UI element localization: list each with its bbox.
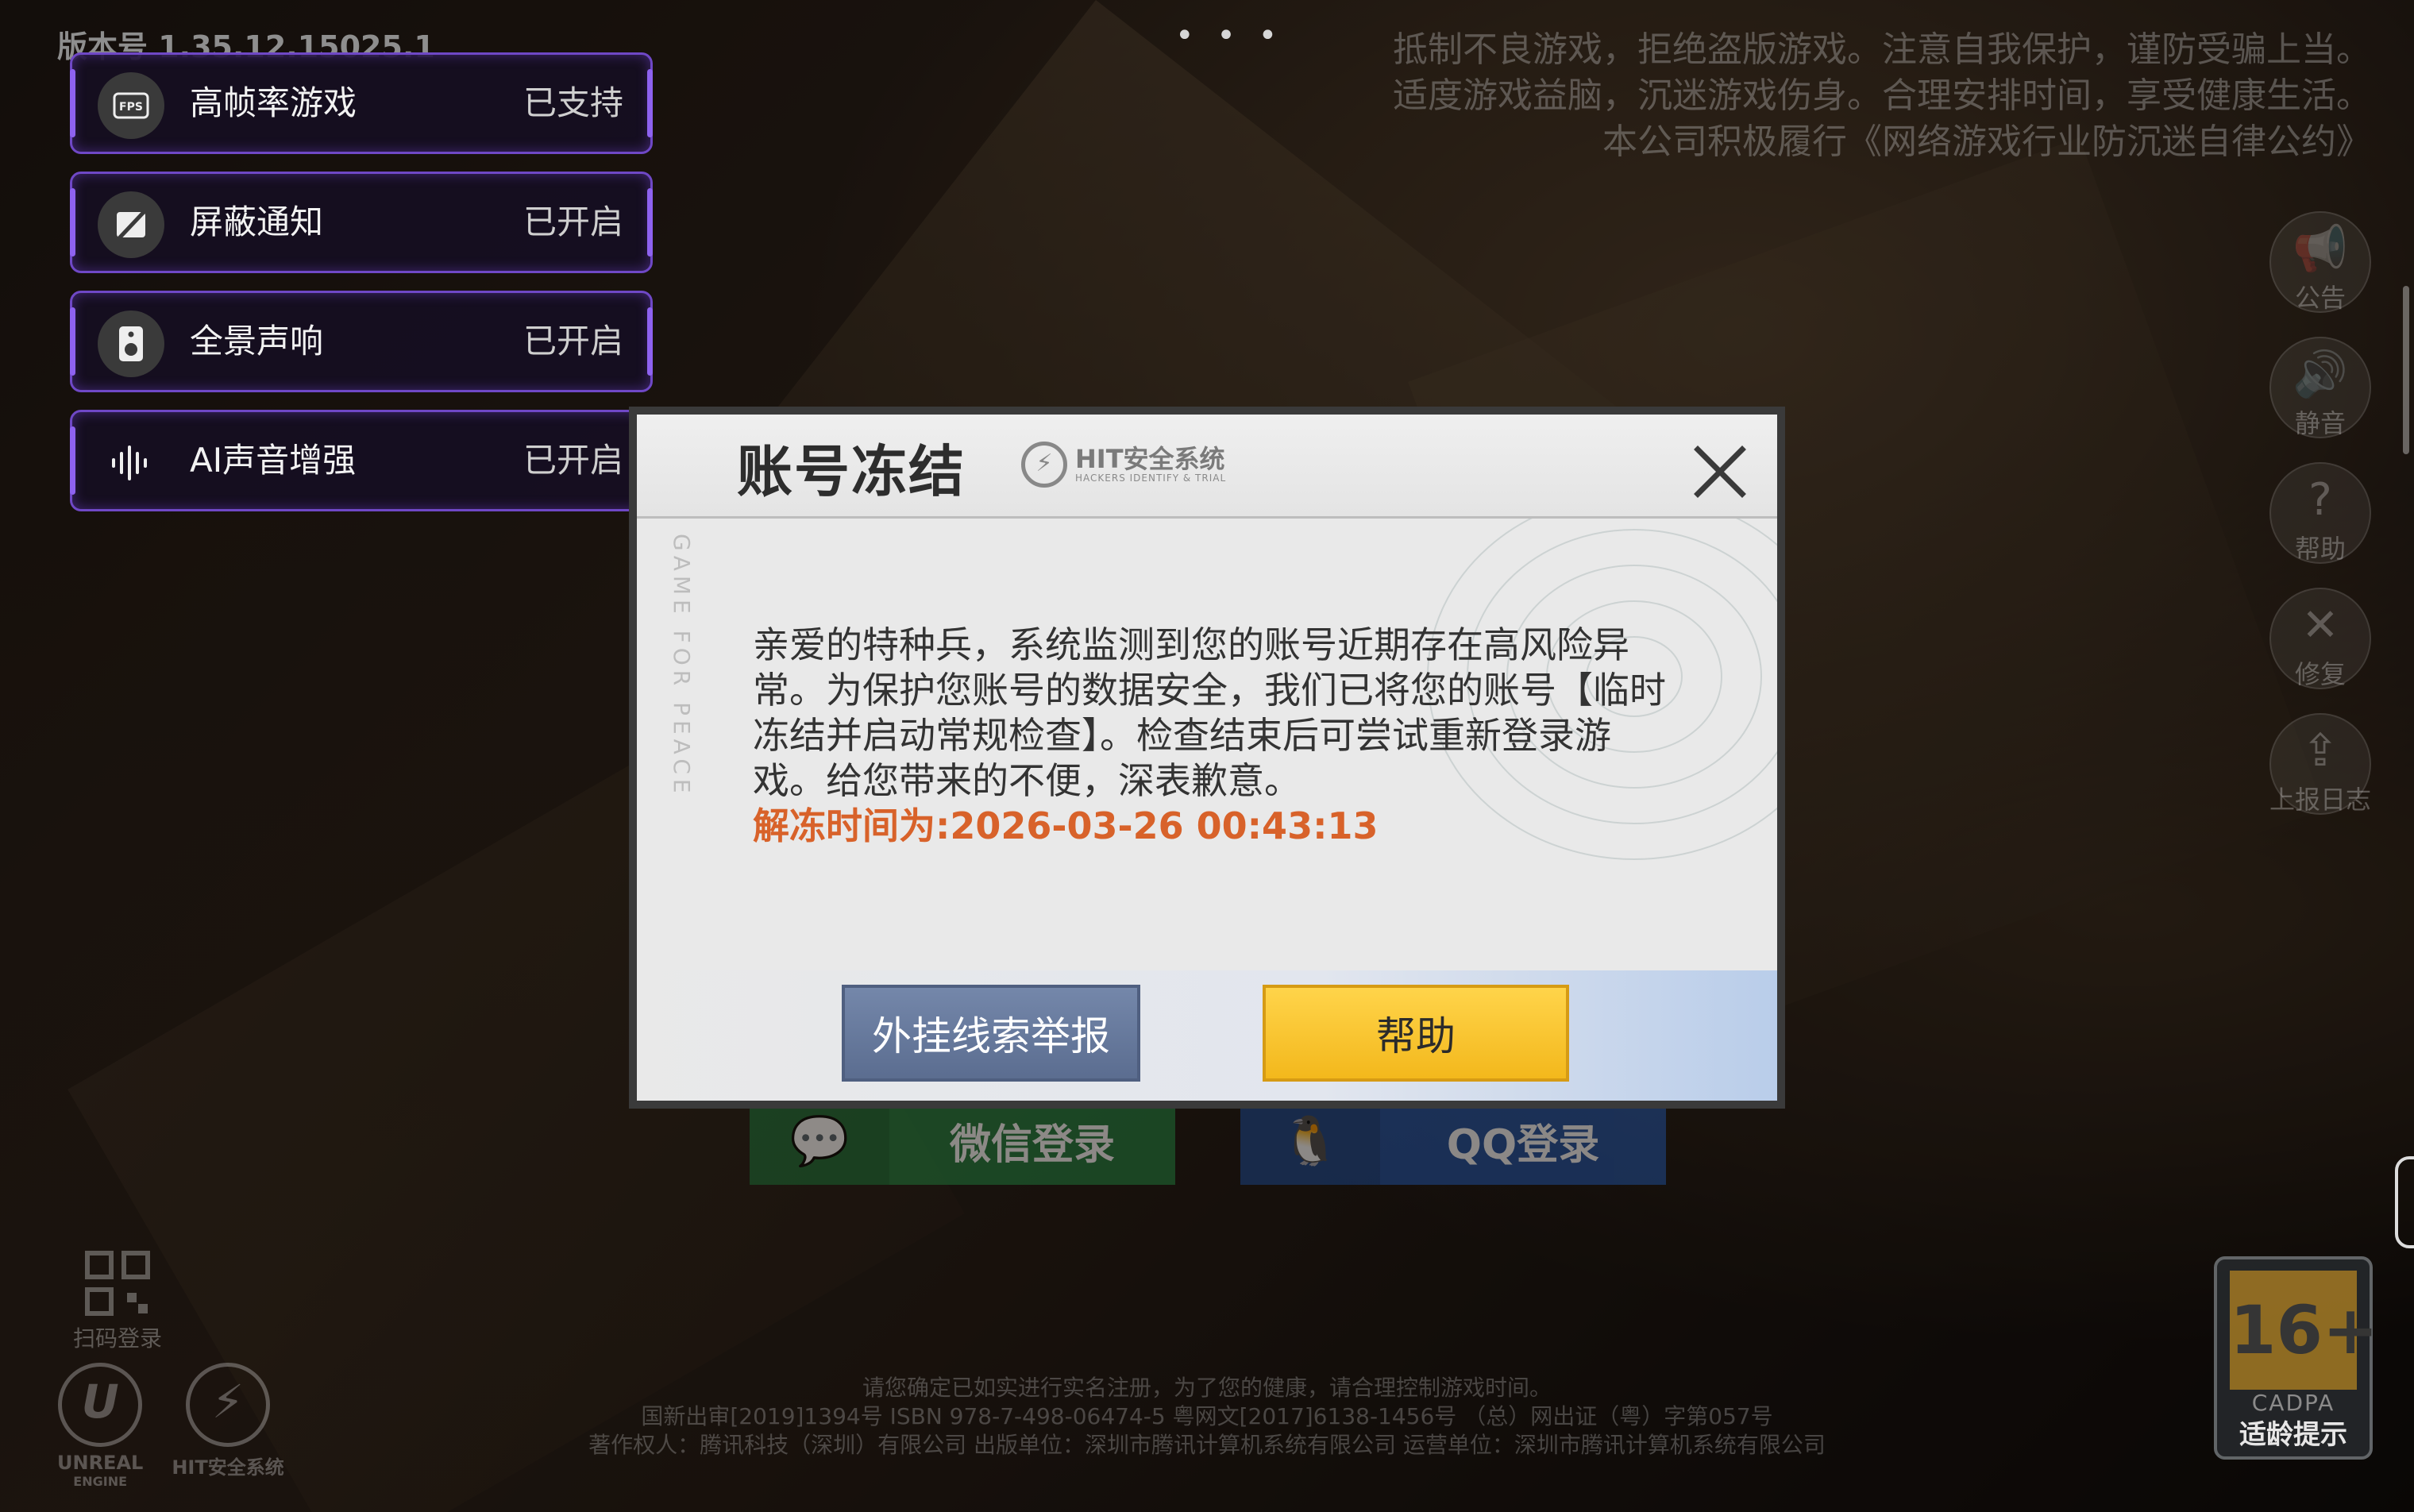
feature-status: 已开启 [523,441,623,480]
qr-login-label: 扫码登录 [72,1325,162,1352]
qq-icon: 🐧 [1240,1096,1380,1185]
brand-subtitle: HACKERS IDENTIFY & TRIAL [1075,472,1227,484]
edge-drawer-handle[interactable] [2395,1156,2414,1248]
feature-name: 屏蔽通知 [190,202,324,241]
notice-line: 本公司积极履行《网络游戏行业防沉迷自律公约》 [1602,122,2371,162]
age-rating-number: 16+ [2230,1271,2378,1390]
unfreeze-time: 解冻时间为:2026-03-26 00:43:13 [753,804,1379,847]
wrench-icon: ✕ [2301,600,2339,651]
side-tool-column: 📢 公告 🔊 静音 ? 帮助 ✕ 修复 ⇪ 上报日志 [2269,211,2371,839]
notification-block-icon [98,191,164,258]
feature-status-list: FPS 高帧率游戏 已支持 屏蔽通知 已开启 全景声响 已开启 AI声音增强 已… [70,52,653,529]
feature-card-ai-voice[interactable]: AI声音增强 已开启 [70,410,653,511]
wechat-login-label: 微信登录 [949,1120,1115,1169]
tool-label: 静音 [2294,408,2346,438]
help-button[interactable]: 帮助 [1263,985,1569,1082]
volume-icon: 🔊 [2293,349,2348,400]
help-tool-button[interactable]: ? 帮助 [2269,462,2371,564]
mute-button[interactable]: 🔊 静音 [2269,337,2371,438]
svg-text:FPS: FPS [119,101,143,114]
dialog-title: 账号冻结 [737,439,966,504]
close-icon[interactable] [1687,438,1753,505]
tool-label: 修复 [2294,659,2346,689]
age-rating-badge[interactable]: 16+ CADPA 适龄提示 [2214,1256,2378,1460]
age-rating-tip: 适龄提示 [2239,1419,2347,1451]
report-cheat-button[interactable]: 外挂线索举报 [842,985,1140,1082]
notice-line: 抵制不良游戏，拒绝盗版游戏。注意自我保护，谨防受骗上当。 [1393,29,2371,70]
scrollbar[interactable] [2403,286,2409,454]
feature-name: AI声音增强 [190,441,357,480]
tool-label: 公告 [2294,283,2346,313]
qq-login-button[interactable]: 🐧 QQ登录 [1240,1096,1666,1185]
feature-card-high-fps[interactable]: FPS 高帧率游戏 已支持 [70,52,653,154]
hit-shield-icon: ⚡ [1021,442,1067,488]
hit-security-brand: ⚡ HIT安全系统 HACKERS IDENTIFY & TRIAL [1021,442,1226,488]
feature-status: 已开启 [523,202,623,241]
feature-name: 全景声响 [190,322,324,361]
feature-status: 已支持 [523,83,623,122]
announcement-button[interactable]: 📢 公告 [2269,211,2371,313]
audio-wave-icon [98,430,164,496]
dialog-footer: 外挂线索举报 帮助 [637,970,1777,1101]
fps-icon: FPS [98,72,164,139]
wechat-icon: 💬 [750,1096,889,1185]
qr-login-button[interactable]: 扫码登录 [70,1248,165,1353]
feature-status: 已开启 [523,322,623,361]
speaker-icon [98,310,164,377]
account-frozen-dialog: 账号冻结 ⚡ HIT安全系统 HACKERS IDENTIFY & TRIAL … [629,407,1785,1109]
upload-log-icon: ⇪ [2301,725,2339,777]
feature-card-panoramic-sound[interactable]: 全景声响 已开启 [70,291,653,392]
tool-label: 帮助 [2294,534,2346,564]
brand-name: HIT安全系统 [1075,444,1225,474]
feature-card-block-notifications[interactable]: 屏蔽通知 已开启 [70,172,653,273]
notice-line: 适度游戏益脑，沉迷游戏伤身。合理安排时间，享受健康生活。 [1393,75,2371,116]
qr-code-icon [85,1251,150,1316]
upload-log-button[interactable]: ⇪ 上报日志 [2269,713,2371,815]
qq-login-label: QQ登录 [1446,1120,1600,1169]
repair-button[interactable]: ✕ 修复 [2269,588,2371,689]
dialog-message: 亲爱的特种兵，系统监测到您的账号近期存在高风险异常。为保护您账号的数据安全，我们… [753,623,1674,849]
freeze-message: 亲爱的特种兵，系统监测到您的账号近期存在高风险异常。为保护您账号的数据安全，我们… [753,623,1666,802]
wechat-login-button[interactable]: 💬 微信登录 [750,1096,1175,1185]
megaphone-icon: 📢 [2293,223,2348,275]
help-icon: ? [2308,474,2332,526]
legal-line: 请您确定已如实进行实名注册，为了您的健康，请合理控制游戏时间。 [862,1375,1552,1401]
legal-info: 请您确定已如实进行实名注册，为了您的健康，请合理控制游戏时间。 国新出审[201… [0,1374,2414,1460]
anti-addiction-notice: 抵制不良游戏，拒绝盗版游戏。注意自我保护，谨防受骗上当。 适度游戏益脑，沉迷游戏… [1259,27,2371,165]
feature-name: 高帧率游戏 [190,83,357,122]
legal-line: 国新出审[2019]1394号 ISBN 978-7-498-06474-5 粤… [641,1403,1773,1429]
dialog-header: 账号冻结 ⚡ HIT安全系统 HACKERS IDENTIFY & TRIAL [637,415,1777,519]
tool-label: 上报日志 [2269,785,2371,815]
legal-line: 著作权人：腾讯科技（深圳）有限公司 出版单位：深圳市腾讯计算机系统有限公司 运营… [588,1432,1826,1458]
dialog-side-text: GAME FOR PEACE [669,534,695,798]
